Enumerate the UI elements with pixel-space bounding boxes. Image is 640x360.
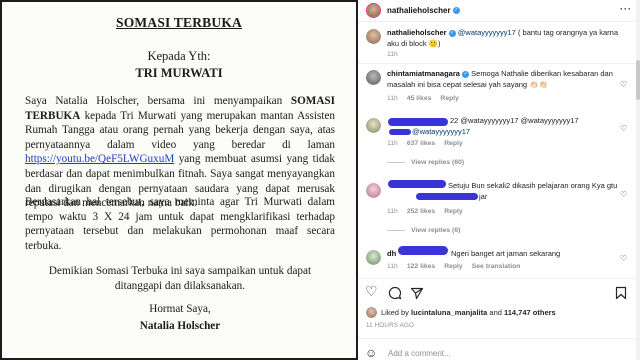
comment-4-username-part: dh (387, 249, 396, 260)
comments-sidebar: nathalieholscher ✓ ··· nathalieholscher … (358, 0, 640, 360)
view-replies-label[interactable]: View replies (6) (411, 227, 460, 234)
save-bookmark-icon[interactable] (615, 283, 627, 300)
post-author-avatar[interactable] (366, 3, 381, 18)
comment-4-meta: 11h 122 likes Reply See translation (387, 263, 529, 270)
comment-username[interactable]: chintamiatmanagara (387, 69, 460, 78)
commenter-avatar[interactable] (366, 70, 381, 85)
document-recipient: TRI MURWATI (135, 66, 223, 80)
verified-badge-icon: ✓ (462, 70, 470, 78)
commenter-avatar[interactable] (366, 250, 381, 265)
comment-age: 11h (387, 263, 398, 270)
comment-body: Ngeri banget art jaman sekarang (451, 249, 561, 258)
like-heart-icon[interactable]: ♡ (620, 80, 627, 89)
document-signature: Natalia Holscher (139, 320, 221, 332)
post-image-panel: SOMASI TERBUKA Kepada Yth: TRI MURWATI S… (0, 0, 358, 360)
scrollbar-thumb[interactable] (636, 60, 640, 100)
redaction-scribble (388, 180, 446, 188)
comment-body: Setuju Bun sekali2 dikasih pelajaran ora… (448, 181, 618, 190)
scrollbar[interactable] (636, 0, 640, 360)
reply-button[interactable]: Reply (444, 208, 463, 215)
view-replies-button[interactable]: View replies (6) (387, 227, 460, 234)
comment-username[interactable]: dh (387, 249, 396, 258)
comment-age: 11h (387, 140, 398, 147)
comment-likes[interactable]: 252 likes (407, 208, 435, 215)
reply-age: 11h (387, 51, 398, 58)
comment-1-meta: 11h 45 likes Reply (387, 95, 468, 102)
document-regards: Hormat Saya, (149, 303, 211, 315)
emoji-icon[interactable]: ☺ (365, 346, 377, 360)
comment-2-meta: 11h 637 likes Reply (387, 140, 472, 147)
like-post-icon[interactable]: ♡ (365, 283, 378, 300)
document-closing: Demikian Somasi Terbuka ini saya sampaik… (48, 265, 312, 292)
actions-divider (358, 278, 636, 279)
commenter-avatar[interactable] (366, 118, 381, 133)
liked-by-prefix: Liked by (381, 308, 412, 317)
redaction-scribble (388, 118, 448, 126)
reply-button[interactable]: Reply (444, 263, 463, 270)
author-reply-text: nathalieholscher ✓ @watayyyyyyy17 ( bant… (387, 28, 627, 49)
comment-likes[interactable]: 122 likes (407, 263, 435, 270)
document-paragraph-1: Saya Natalia Holscher, bersama ini menya… (25, 94, 335, 211)
document-to-label: Kepada Yth: (147, 49, 211, 63)
comment-body: jar (479, 192, 488, 201)
comment-age: 11h (387, 95, 398, 102)
reply-button[interactable]: Reply (444, 140, 463, 147)
document-title: SOMASI TERBUKA (116, 15, 242, 30)
comment-3-text-line2: jar (479, 192, 487, 203)
liked-by-text: Liked by lucintaluna_manjalita and 114,7… (381, 308, 556, 317)
likes-count[interactable]: 114,747 others (504, 308, 556, 317)
verified-badge-icon: ✓ (448, 29, 456, 37)
comment-2-text: 22 @watayyyyyyy17 @watayyyyyyy17 (450, 116, 625, 127)
liked-by-user[interactable]: lucintaluna_manjalita (411, 308, 487, 317)
like-heart-icon[interactable]: ♡ (620, 190, 627, 199)
post-time-ago[interactable]: 11 HOURS AGO (366, 322, 414, 329)
comment-2-text-line2: @watayyyyyyy17 (412, 127, 587, 138)
redaction-scribble (389, 129, 411, 135)
reply-avatar[interactable] (366, 29, 381, 44)
comment-3-text: Setuju Bun sekali2 dikasih pelajaran ora… (448, 181, 628, 192)
caption-divider (358, 63, 636, 64)
post-author-line: nathalieholscher ✓ (387, 6, 460, 17)
like-heart-icon[interactable]: ♡ (620, 254, 627, 263)
redaction-scribble (398, 246, 448, 255)
document-paragraph-2: Berdasarkan hal tersebut, saya meminta a… (25, 196, 335, 252)
share-icon[interactable] (410, 283, 424, 300)
replies-dash (387, 161, 405, 163)
post-author-username[interactable]: nathalieholscher (387, 6, 451, 15)
comment-1-text: chintamiatmanagara ✓ Semoga Nathalie dib… (387, 69, 617, 90)
reply-button[interactable]: Reply (440, 95, 459, 102)
paragraph-text: Saya Natalia Holscher, bersama ini menya… (25, 95, 291, 107)
verified-badge-icon: ✓ (452, 7, 460, 15)
reply-meta: 11h (387, 51, 407, 58)
reply-mention[interactable]: @watayyyyyyy17 (458, 28, 516, 37)
more-options-icon[interactable]: ··· (620, 4, 632, 14)
view-replies-label[interactable]: View replies (60) (411, 159, 464, 166)
comment-likes[interactable]: 637 likes (407, 140, 435, 147)
youtube-link: https://youtu.be/QeF5LWGuxuM (25, 153, 175, 166)
like-heart-icon[interactable]: ♡ (620, 124, 627, 133)
comment-age: 11h (387, 208, 398, 215)
somasi-document: SOMASI TERBUKA Kepada Yth: TRI MURWATI S… (2, 2, 356, 358)
comment-body: 22 @watayyyyyyy17 @watayyyyyyy17 (450, 116, 579, 125)
liked-by-mid: and (487, 308, 504, 317)
view-replies-button[interactable]: View replies (60) (387, 159, 464, 166)
reply-username[interactable]: nathalieholscher (387, 28, 447, 37)
add-comment-input[interactable]: Add a comment... (388, 349, 451, 358)
comment-icon[interactable] (388, 283, 402, 300)
comment-bar: ☺ Add a comment... (358, 340, 636, 360)
redaction-scribble (416, 193, 478, 200)
replies-dash (387, 229, 405, 231)
comment-4-text: Ngeri banget art jaman sekarang (451, 249, 626, 260)
commenter-avatar[interactable] (366, 183, 381, 198)
comment-likes[interactable]: 45 likes (407, 95, 432, 102)
liker-avatar (366, 307, 377, 318)
comment-mention[interactable]: @watayyyyyyy17 (412, 127, 470, 136)
see-translation-button[interactable]: See translation (472, 263, 521, 270)
comment-bar-divider (358, 338, 636, 339)
header-divider (358, 21, 636, 22)
comment-3-meta: 11h 252 likes Reply (387, 208, 472, 215)
